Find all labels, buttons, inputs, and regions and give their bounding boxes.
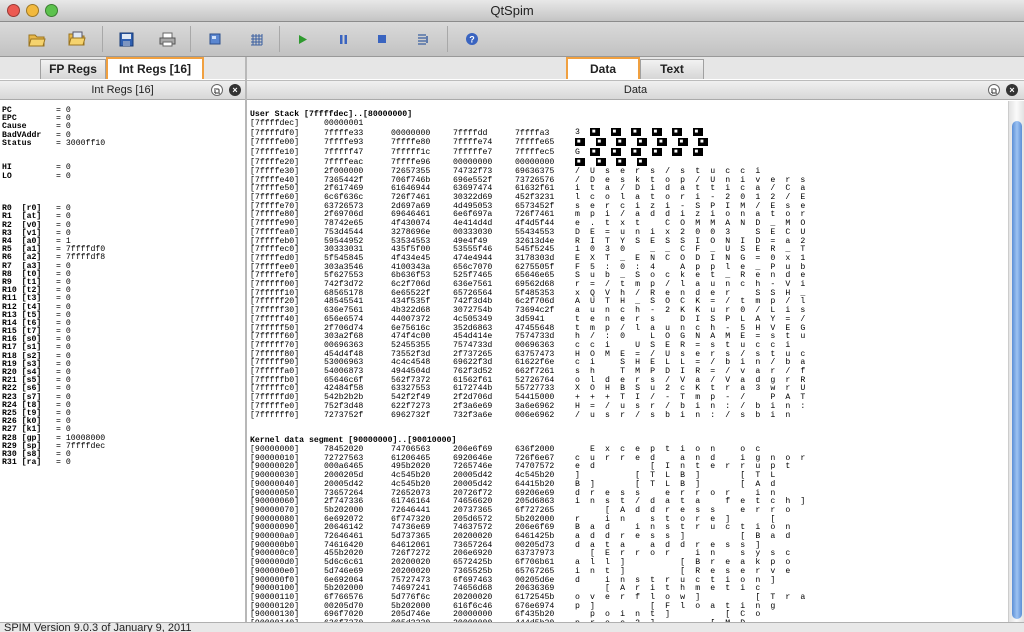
data-segment-panel: User Stack [7ffffdec]..[80000000] [7ffffd… (247, 101, 1008, 622)
save-icon[interactable] (115, 28, 137, 50)
special-register-row: Status = 3000ff10 (2, 138, 106, 148)
float-panel-icon[interactable]: ⧉ (211, 84, 223, 96)
open-icon[interactable] (26, 28, 48, 50)
pause-icon[interactable] (332, 28, 354, 50)
run-icon[interactable] (292, 28, 314, 50)
ascii-dump: / u s r / s b i n : / s b i n (575, 410, 793, 420)
svg-text:?: ? (469, 35, 475, 45)
right-tab-bar: Data Text (247, 57, 1024, 79)
user-stack-header: User Stack [7ffffdec]..[80000000] (250, 110, 413, 119)
stop-icon[interactable] (371, 28, 393, 50)
memory-row: [7ffffdec] 00000001 (250, 118, 364, 128)
step-icon[interactable] (412, 28, 434, 50)
title-bar: QtSpim (0, 0, 1024, 22)
tab-text[interactable]: Text (640, 59, 704, 79)
scrollbar-thumb[interactable] (1012, 121, 1022, 619)
memory-row: [7ffffdf0] 7ffffe33 00000000 7ffffdd 7ffffa3… (250, 128, 1008, 138)
close-panel-icon[interactable]: × (1006, 84, 1018, 96)
float-panel-icon[interactable]: ⧉ (988, 84, 1000, 96)
ascii-dump: 3 ■ ■ ■ ■ ■ ■ (575, 128, 703, 138)
minimize-window-icon[interactable] (26, 4, 39, 17)
help-icon[interactable]: ? (461, 28, 483, 50)
reload-icon[interactable] (66, 28, 88, 50)
window-title: QtSpim (490, 3, 534, 18)
close-window-icon[interactable] (7, 4, 20, 17)
tab-fp-regs[interactable]: FP Regs (40, 59, 106, 79)
right-panel-header: Data ⧉ × (247, 80, 1024, 100)
clear-registers-icon[interactable] (204, 28, 226, 50)
left-panel-title: Int Regs [16] (91, 84, 154, 96)
register-row: R31 [ra] = 0 (2, 458, 71, 468)
memory-row: [7ffffff0] 7273752f 6962732f 732f3a6e 006e69… (250, 410, 793, 420)
zoom-window-icon[interactable] (45, 4, 58, 17)
tab-data[interactable]: Data (566, 57, 640, 79)
toolbar: ? (0, 22, 1024, 57)
reinitialize-icon[interactable] (245, 28, 267, 50)
right-panel-title: Data (623, 84, 648, 96)
status-text: SPIM Version 9.0.3 of January 9, 2011 (4, 622, 192, 632)
hilo-register-row: LO = 0 (2, 171, 71, 181)
status-bar: SPIM Version 9.0.3 of January 9, 2011 (0, 622, 1024, 632)
left-tab-bar: FP Regs Int Regs [16] (0, 57, 245, 79)
ascii-dump: ■ ■ ■ ■ ■ ■ ■ (575, 138, 709, 147)
memory-row: [7ffffe10] 7fffff47 7fffff1c 7fffffe7 7ffffe… (250, 148, 1008, 158)
close-panel-icon[interactable]: × (229, 84, 241, 96)
print-icon[interactable] (156, 28, 178, 50)
ascii-dump: G ■ ■ ■ ■ ■ ■ (575, 148, 703, 158)
memory-row: [7ffffe00] 7ffffe93 7ffffe80 7ffffe74 7ffffe… (250, 138, 1008, 148)
left-panel-header: Int Regs [16] ⧉ × (0, 80, 245, 100)
int-registers-panel: PC = 0 EPC = 0 Cause = 0 BadVAddr = 0 Status… (0, 101, 245, 622)
vertical-scrollbar[interactable] (1008, 101, 1024, 622)
tab-int-regs[interactable]: Int Regs [16] (106, 57, 204, 79)
